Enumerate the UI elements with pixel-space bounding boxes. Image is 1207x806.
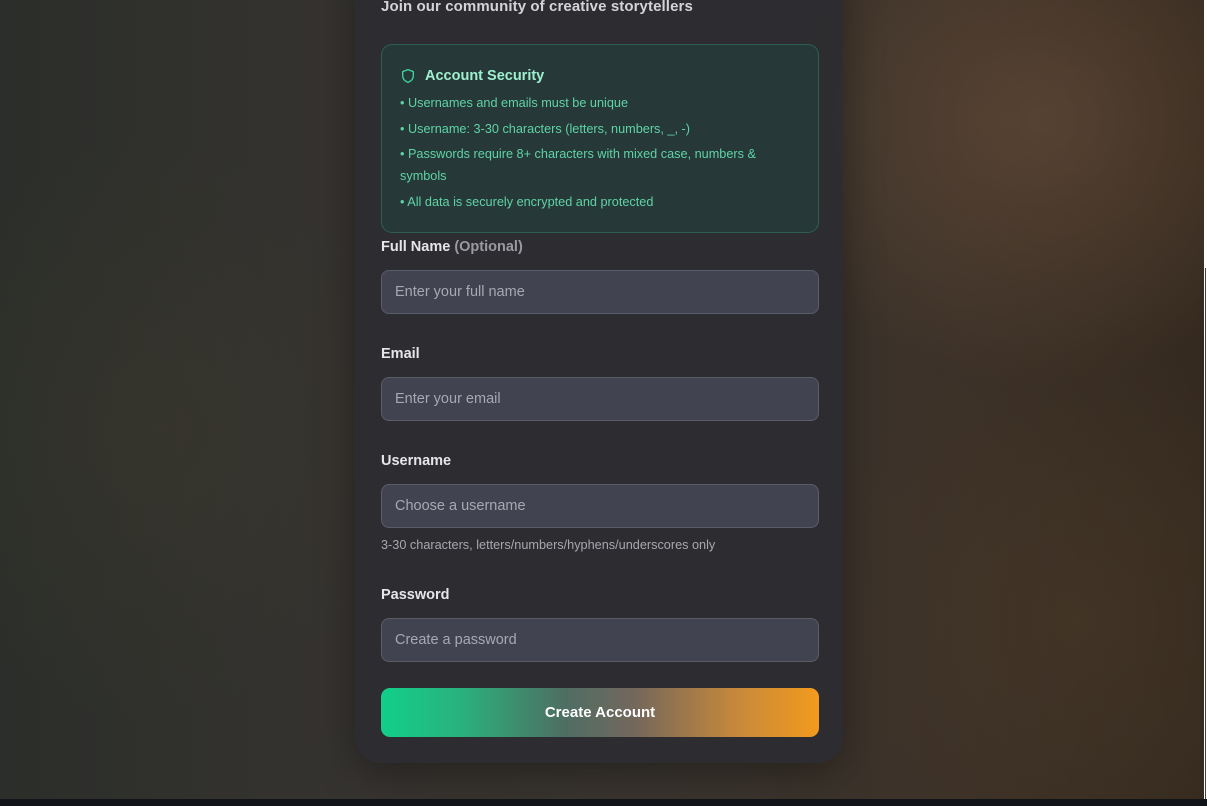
security-header: Account Security [400,66,800,86]
security-rule: • Passwords require 8+ characters with m… [400,147,756,183]
email-input[interactable] [381,377,819,421]
security-rule: • Usernames and emails must be unique [400,96,628,110]
create-account-button[interactable]: Create Account [381,688,819,737]
full-name-label-text: Full Name [381,239,451,255]
security-rule: • Username: 3-30 characters (letters, nu… [400,121,691,136]
page-subtitle: Join our community of creative storytell… [381,0,693,15]
account-security-panel: Account Security • Usernames and emails … [381,44,819,233]
security-rule: • All data is securely encrypted and pro… [400,194,654,209]
security-title: Account Security [425,68,545,84]
username-hint: 3-30 characters, letters/numbers/hyphens… [381,538,716,552]
security-rules-list: • Usernames and emails must be unique • … [400,92,800,213]
password-label: Password [381,587,450,603]
scrollbar-thumb[interactable] [1205,268,1206,800]
full-name-input[interactable] [381,270,819,314]
shield-icon [402,69,414,83]
optional-tag: (Optional) [454,239,523,255]
full-name-label: Full Name (Optional) [381,239,523,255]
username-input[interactable] [381,484,819,528]
window-bottom-edge [0,799,1207,806]
password-input[interactable] [381,618,819,662]
username-label: Username [381,453,452,469]
email-label: Email [381,346,420,362]
